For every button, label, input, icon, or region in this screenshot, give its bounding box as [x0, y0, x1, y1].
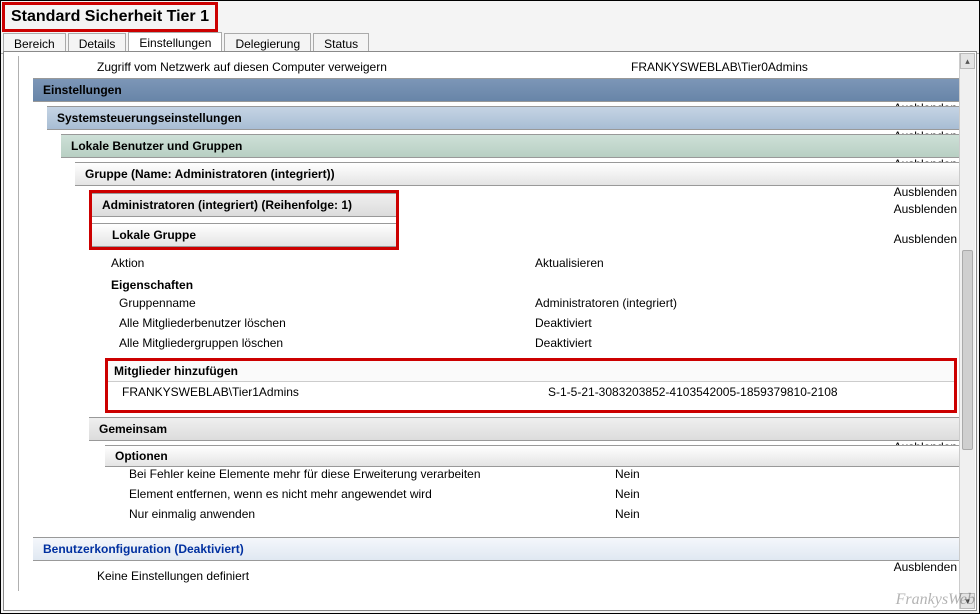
scroll-track[interactable] [960, 70, 975, 592]
section-systemsteuerung-label: Systemsteuerungseinstellungen [57, 111, 242, 125]
property-row: Alle Mitgliederbenutzer löschen Deaktivi… [105, 316, 957, 336]
hide-link[interactable]: Ausblenden [894, 232, 957, 246]
option-value: Nein [615, 487, 957, 507]
section-lokale-gruppe: Lokale Gruppe [92, 223, 396, 247]
window-title: Standard Sicherheit Tier 1 [2, 2, 218, 32]
property-label: Alle Mitgliedergruppen löschen [105, 336, 535, 356]
option-row: Element entfernen, wenn es nicht mehr an… [115, 487, 957, 507]
deny-network-access-row: Zugriff vom Netzwerk auf diesen Computer… [91, 56, 957, 78]
highlighted-group-box: Administratoren (integriert) (Reihenfolg… [89, 190, 399, 250]
no-settings-row: Keine Einstellungen definiert [91, 565, 957, 587]
properties-heading: Eigenschaften [105, 274, 957, 296]
option-value: Nein [615, 467, 957, 487]
hide-link[interactable]: Ausblenden [894, 202, 957, 216]
section-lokale-benutzer: Lokale Benutzer und Gruppen [61, 134, 963, 158]
section-benutzerkonfig: Benutzerkonfiguration (Deaktiviert) [33, 537, 963, 561]
properties-heading-label: Eigenschaften [105, 278, 535, 292]
section-benutzerkonfig-label: Benutzerkonfiguration (Deaktiviert) [43, 542, 244, 556]
section-einstellungen: Einstellungen [33, 78, 963, 102]
action-label: Aktion [105, 256, 535, 270]
section-lokale-gruppe-label: Lokale Gruppe [112, 228, 196, 242]
section-optionen-label: Optionen [115, 449, 168, 463]
property-label: Gruppenname [105, 296, 535, 316]
property-row: Alle Mitgliedergruppen löschen Deaktivie… [105, 336, 957, 356]
property-row: Gruppenname Administratoren (integriert) [105, 296, 957, 316]
section-gemeinsam-label: Gemeinsam [99, 422, 167, 436]
members-add-title: Mitglieder hinzufügen [108, 361, 954, 382]
section-lokale-benutzer-label: Lokale Benutzer und Gruppen [71, 139, 242, 153]
option-label: Element entfernen, wenn es nicht mehr an… [115, 487, 615, 507]
section-admins-integriert-label: Administratoren (integriert) (Reihenfolg… [102, 198, 352, 212]
section-systemsteuerung: Systemsteuerungseinstellungen [47, 106, 963, 130]
option-row: Bei Fehler keine Elemente mehr für diese… [115, 467, 957, 487]
section-gruppe: Gruppe (Name: Administratoren (integrier… [75, 162, 963, 186]
gpo-settings-window: Standard Sicherheit Tier 1 Bereich Detai… [0, 0, 980, 614]
deny-network-access-value: FRANKYSWEBLAB\Tier0Admins [631, 60, 957, 74]
section-gruppe-label: Gruppe (Name: Administratoren (integrier… [85, 167, 335, 181]
section-einstellungen-label: Einstellungen [43, 83, 122, 97]
vertical-scrollbar[interactable]: ▴ ▾ [959, 53, 975, 609]
member-row: FRANKYSWEBLAB\Tier1Admins S-1-5-21-30832… [108, 382, 954, 402]
section-gemeinsam: Gemeinsam [89, 417, 963, 441]
option-label: Bei Fehler keine Elemente mehr für diese… [115, 467, 615, 487]
property-value: Administratoren (integriert) [535, 296, 957, 316]
property-value: Deaktiviert [535, 336, 957, 356]
section-admins-integriert: Administratoren (integriert) (Reihenfolg… [92, 193, 396, 217]
option-label: Nur einmalig anwenden [115, 507, 615, 527]
watermark: FrankysWeb [896, 591, 975, 609]
scroll-up-button[interactable]: ▴ [960, 53, 975, 69]
members-add-section: Mitglieder hinzufügen FRANKYSWEBLAB\Tier… [105, 358, 957, 413]
deny-network-access-label: Zugriff vom Netzwerk auf diesen Computer… [91, 60, 631, 74]
member-sid: S-1-5-21-3083203852-4103542005-185937981… [548, 385, 954, 399]
section-optionen: Optionen [105, 445, 963, 467]
settings-content: Zugriff vom Netzwerk auf diesen Computer… [3, 51, 977, 611]
hide-link[interactable]: Ausblenden [894, 560, 957, 574]
scroll-thumb[interactable] [962, 250, 973, 450]
option-row: Nur einmalig anwenden Nein [115, 507, 957, 527]
member-name: FRANKYSWEBLAB\Tier1Admins [108, 385, 548, 399]
property-value: Deaktiviert [535, 316, 957, 336]
property-label: Alle Mitgliederbenutzer löschen [105, 316, 535, 336]
action-value: Aktualisieren [535, 256, 957, 270]
action-row: Aktion Aktualisieren [105, 252, 957, 274]
hide-link[interactable]: Ausblenden [894, 185, 957, 199]
no-settings-label: Keine Einstellungen definiert [91, 569, 521, 583]
option-value: Nein [615, 507, 957, 527]
